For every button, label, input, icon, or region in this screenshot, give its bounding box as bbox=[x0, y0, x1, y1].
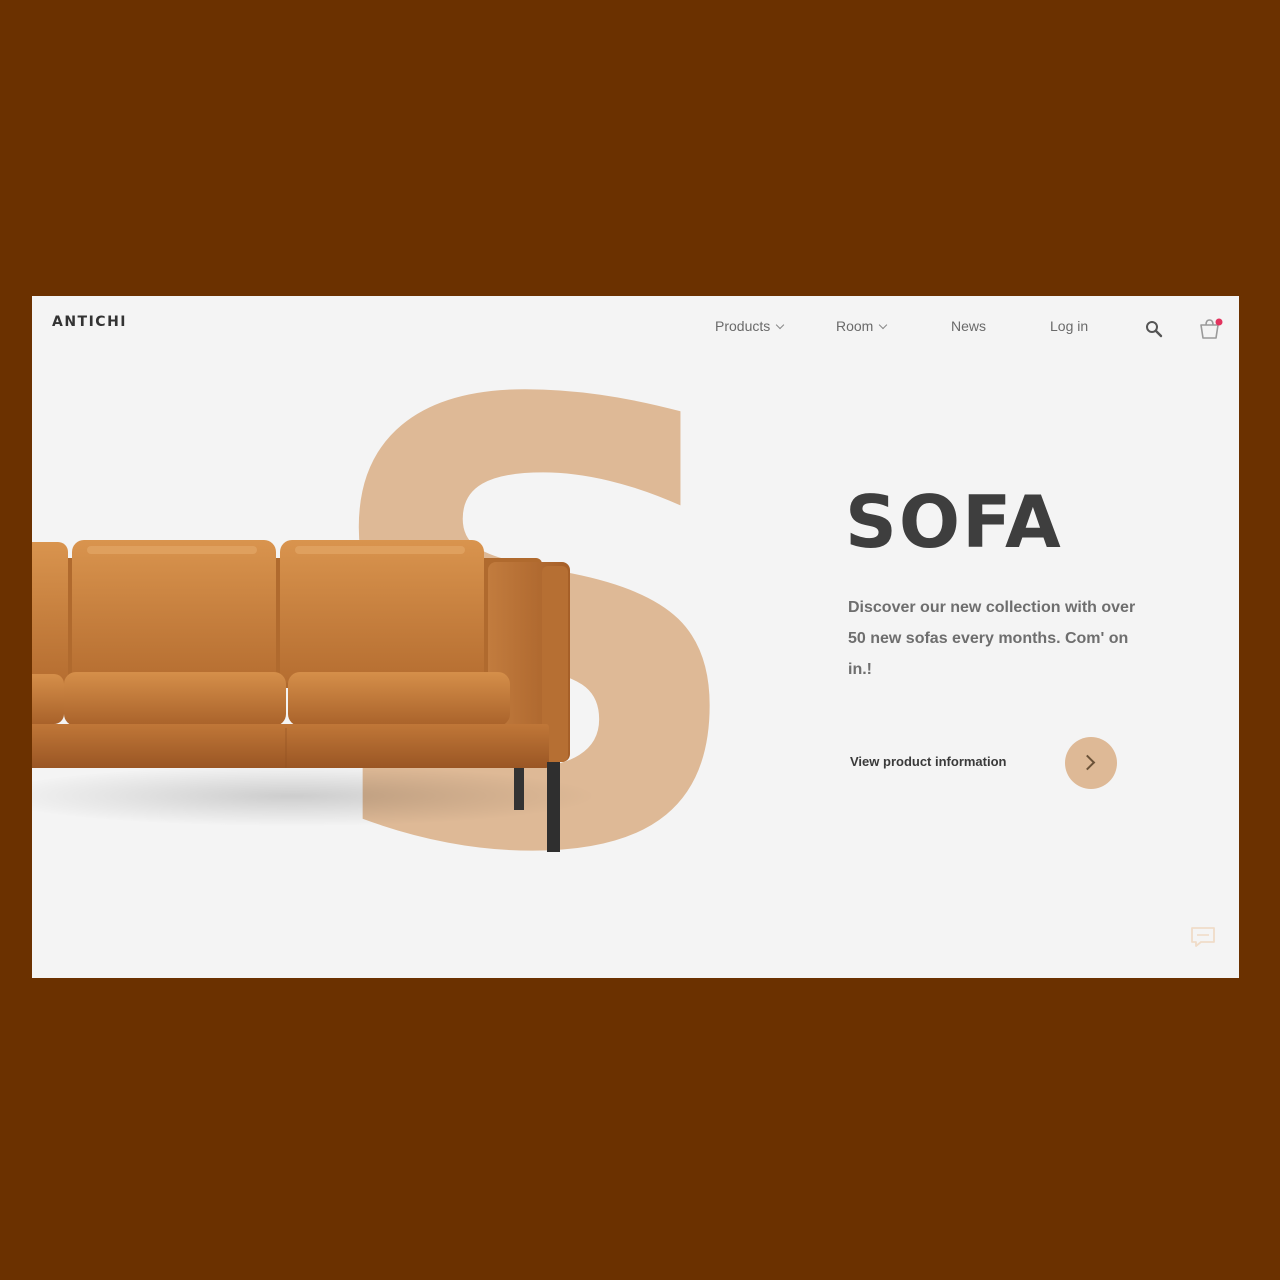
nav-room-label: Room bbox=[836, 318, 874, 334]
nav-news-label: News bbox=[951, 318, 987, 334]
sofa-image bbox=[32, 536, 592, 871]
nav-news[interactable]: News bbox=[951, 318, 986, 334]
hero-description: Discover our new collection with over 50… bbox=[848, 599, 1136, 678]
search-icon[interactable] bbox=[1145, 320, 1163, 343]
cart-icon[interactable] bbox=[1198, 317, 1224, 346]
landing-page: ANTICHI Products Room News Log in SOFA D… bbox=[32, 296, 1239, 978]
hero-title: SOFA bbox=[845, 480, 1063, 564]
view-product-button[interactable] bbox=[1065, 737, 1117, 789]
chevron-down-icon bbox=[776, 320, 785, 330]
cart-badge bbox=[1215, 318, 1223, 326]
view-product-link[interactable]: View product information bbox=[850, 754, 1007, 769]
chevron-down-icon bbox=[879, 320, 888, 330]
nav-room[interactable]: Room bbox=[836, 318, 888, 334]
chat-icon[interactable] bbox=[1189, 925, 1217, 954]
brand-logo[interactable]: ANTICHI bbox=[52, 314, 127, 330]
chevron-right-icon bbox=[1079, 754, 1096, 771]
nav-login[interactable]: Log in bbox=[1050, 318, 1088, 334]
nav-login-label: Log in bbox=[1050, 318, 1089, 334]
